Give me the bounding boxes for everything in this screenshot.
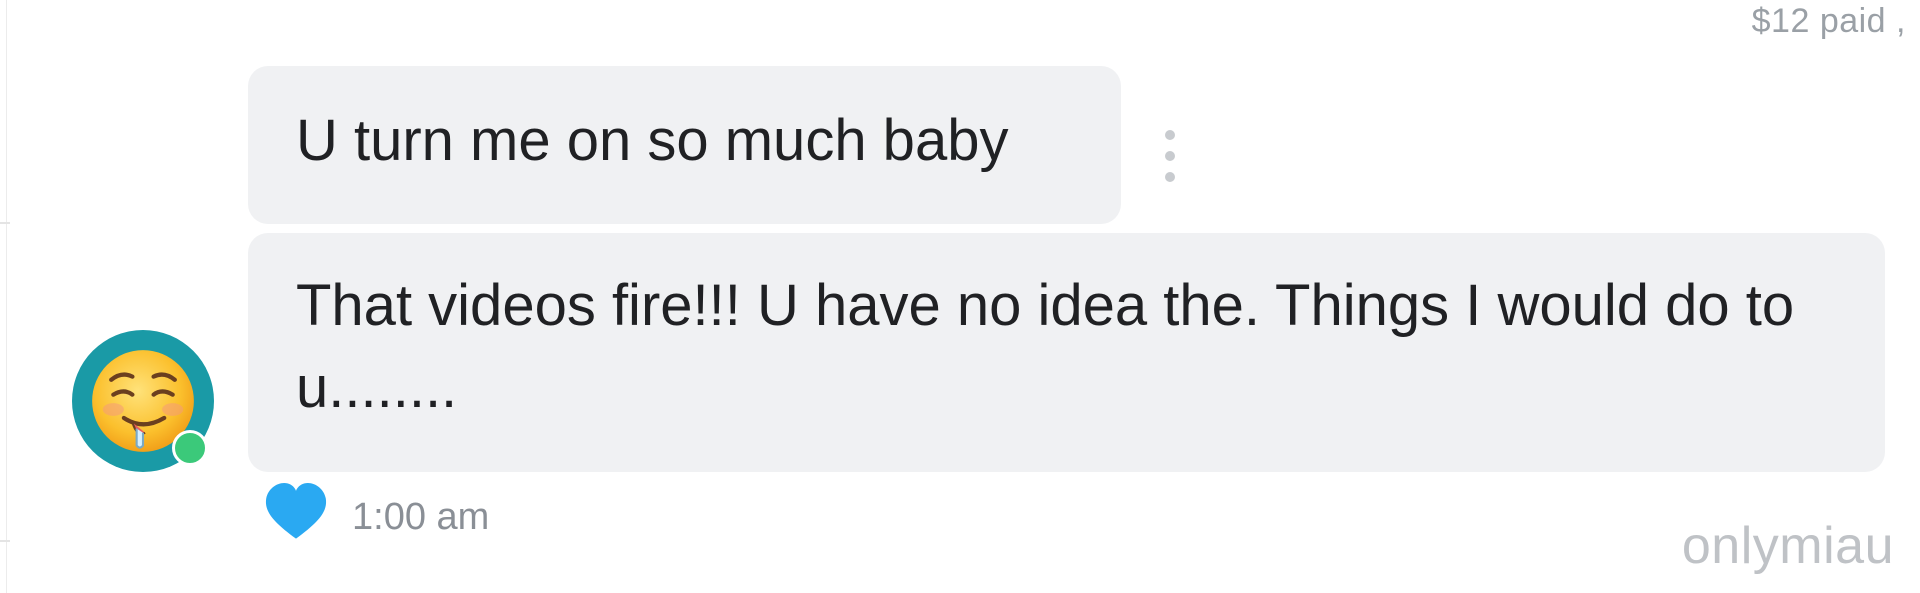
divider-tick [0,222,10,224]
message-text: That videos fire!!! U have no idea the. … [296,273,1795,420]
paid-price-label: $12 paid , [1751,2,1906,40]
more-options-icon[interactable] [1158,126,1182,186]
chat-view: $12 paid , U turn me on so much baby Tha… [0,0,1920,593]
divider-tick [0,540,10,542]
message-text: U turn me on so much baby [296,108,1009,173]
online-status-indicator [172,430,208,466]
watermark: onlymiau [1681,517,1894,575]
message-bubble[interactable]: U turn me on so much baby [248,66,1121,224]
message-bubble[interactable]: That videos fire!!! U have no idea the. … [248,233,1885,472]
message-timestamp: 1:00 am [352,496,490,538]
left-divider [6,0,7,593]
heart-icon[interactable] [262,478,330,544]
